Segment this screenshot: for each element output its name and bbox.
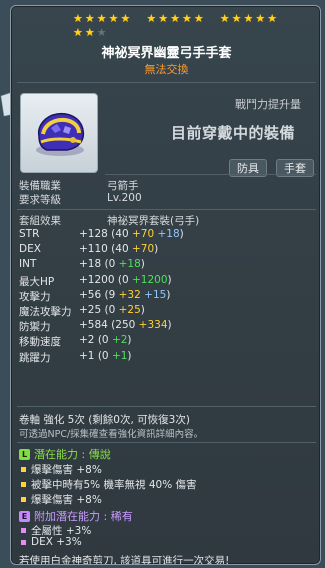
equipped-status: 目前穿戴中的裝備 (171, 124, 296, 142)
star-icon: ★ (182, 12, 192, 25)
stat-row: 防禦力 +584 (250 +334) (19, 319, 172, 334)
star-force-row-1: ★ ★ ★ ★ ★ ★ ★ ★ ★ ★ ★ ★ ★ ★ ★ (73, 13, 277, 25)
stat-value: +18 (0 +18) (79, 258, 145, 271)
game-background: ★ ★ ★ ★ ★ ★ ★ ★ ★ ★ ★ ★ ★ ★ ★ ★ ★ ★ 神祕冥界幽靈弓手手套 無法交換 (0, 0, 325, 568)
potential-line-text: 爆擊傷害 +8% (31, 464, 102, 476)
npc-note: 可透過NPC/採集確查看強化資訊詳細內容。 (19, 429, 204, 440)
additional-potential-line: DEX +3% (21, 536, 82, 548)
potential-line: 被擊中時有5% 機率無視 40% 傷害 (21, 477, 197, 492)
stat-value: +1 (0 +1) (79, 349, 132, 362)
combat-power-label: 戰鬥力提升量 (235, 98, 301, 111)
stat-row: 跳躍力 +1 (0 +1) (19, 350, 132, 365)
divider (17, 82, 316, 83)
stat-label: INT (19, 258, 37, 271)
bullet-icon (21, 528, 26, 533)
star-icon: ★ (193, 12, 204, 25)
stat-value: +56 (9 +32 +15) (79, 288, 171, 301)
additional-potential-header: E 附加潛在能力 : 稀有 (19, 508, 133, 524)
additional-potential-line-text: DEX +3% (31, 536, 82, 548)
potential-title: 潛在能力 : 傳說 (34, 448, 111, 461)
divider (105, 174, 316, 175)
epic-badge-icon: E (19, 510, 30, 522)
star-group: ★ ★ ★ ★ ★ (73, 13, 130, 25)
stat-value: +584 (250 +334) (79, 319, 172, 332)
stat-value: +2 (0 +2) (79, 334, 132, 347)
star-empty-icon: ★ (96, 26, 107, 39)
divider (17, 406, 316, 407)
legendary-badge-icon: L (19, 448, 30, 460)
stat-row: DEX +110 (40 +70) (19, 243, 158, 256)
scissors-note: 若使用白金神奇剪刀, 該道具可進行一次交易! (19, 555, 230, 565)
stat-row: 魔法攻擊力 +25 (0 +25) (19, 304, 145, 319)
stat-value: +1200 (0 +1200) (79, 273, 172, 286)
stat-row: STR +128 (40 +70 +18) (19, 228, 184, 240)
star-icon: ★ (120, 12, 131, 25)
star-group: ★ ★ ★ ★ ★ (146, 13, 203, 25)
required-level-value: Lv.200 (107, 192, 142, 204)
set-effect-row: 套組效果 神祕冥界套裝(弓手) (19, 213, 199, 228)
divider (17, 442, 316, 443)
star-group: ★ ★ ★ (73, 27, 107, 39)
set-effect-value: 神祕冥界套裝(弓手) (107, 215, 200, 227)
bullet-icon (21, 497, 26, 502)
star-group: ★ ★ ★ ★ ★ (220, 13, 277, 25)
star-icon: ★ (96, 12, 107, 25)
stat-value: +25 (0 +25) (79, 304, 145, 316)
glove-icon (36, 112, 85, 156)
stat-label: 最大HP (19, 275, 55, 288)
potential-line-text: 被擊中時有5% 機率無視 40% 傷害 (31, 479, 197, 491)
required-level-label: 要求等級 (19, 194, 61, 206)
stat-row: 移動速度 +2 (0 +2) (19, 334, 132, 349)
star-icon: ★ (231, 12, 242, 25)
required-job-label: 裝備職業 (19, 180, 61, 192)
stat-label: 移動速度 (19, 336, 61, 349)
stat-label: 防禦力 (19, 321, 51, 334)
required-job-value: 弓箭手 (107, 180, 139, 192)
bullet-icon (21, 539, 26, 545)
item-name: 神祕冥界幽靈弓手手套 (101, 46, 232, 61)
additional-potential-title: 附加潛在能力 : 稀有 (34, 510, 133, 523)
scroll-upgrade-info: 卷軸 強化 5次 (剩餘0次, 可恢復3次) (19, 414, 190, 426)
star-icon: ★ (84, 12, 95, 25)
star-icon: ★ (108, 12, 119, 25)
bullet-icon (21, 482, 26, 487)
potential-line: 爆擊傷害 +8% (21, 462, 102, 477)
star-icon: ★ (255, 12, 266, 25)
stat-value: +128 (40 +70 +18) (79, 228, 184, 240)
star-icon: ★ (243, 12, 254, 25)
stat-value: +110 (40 +70) (79, 243, 159, 256)
stat-label: STR (19, 228, 40, 240)
potential-header: L 潛在能力 : 傳說 (19, 446, 111, 462)
star-icon: ★ (219, 12, 230, 25)
star-icon: ★ (267, 12, 278, 25)
potential-line-text: 爆擊傷害 +8% (31, 494, 102, 506)
stat-label: 跳躍力 (19, 351, 51, 364)
star-icon: ★ (73, 12, 83, 25)
stat-label: 攻擊力 (19, 290, 51, 303)
item-tooltip: ★ ★ ★ ★ ★ ★ ★ ★ ★ ★ ★ ★ ★ ★ ★ ★ ★ ★ 神祕冥界幽靈弓手手套 無法交換 (10, 5, 321, 565)
star-icon: ★ (84, 26, 95, 39)
stat-label: 魔法攻擊力 (19, 306, 72, 318)
potential-line: 爆擊傷害 +8% (21, 492, 102, 507)
set-effect-label: 套組效果 (19, 215, 61, 227)
star-icon: ★ (158, 12, 169, 25)
item-icon-frame (20, 93, 98, 173)
divider (17, 209, 316, 210)
required-level-row: 要求等級 Lv.200 (19, 192, 142, 207)
required-job-row: 裝備職業 弓箭手 (19, 178, 139, 193)
untradable-label: 無法交換 (144, 63, 189, 76)
stat-row: 最大HP +1200 (0 +1200) (19, 274, 172, 289)
stat-label: DEX (19, 243, 41, 256)
bullet-icon (21, 467, 26, 472)
star-icon: ★ (73, 26, 83, 39)
star-icon: ★ (170, 12, 180, 25)
stat-row: INT +18 (0 +18) (19, 258, 145, 271)
stat-row: 攻擊力 +56 (9 +32 +15) (19, 289, 170, 304)
star-force-row-2: ★ ★ ★ (73, 27, 107, 39)
star-icon: ★ (146, 12, 157, 25)
